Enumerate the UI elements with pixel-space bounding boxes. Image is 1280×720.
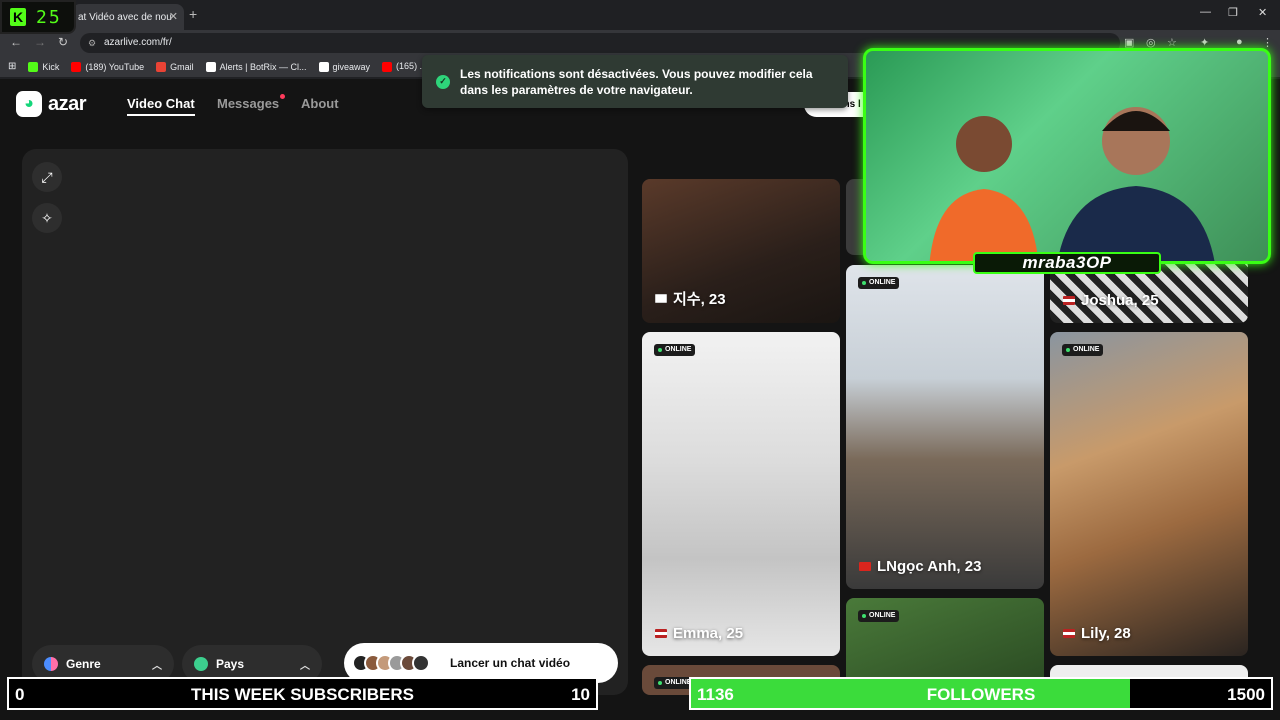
profile-name-text: LNgọc Anh, 23 <box>877 558 982 575</box>
profile-card[interactable]: 지수, 23 <box>642 179 840 323</box>
bookmark-item[interactable]: Alerts | BotRix — Cl... <box>205 61 307 72</box>
nav-messages-label: Messages <box>217 96 280 111</box>
profile-name: LNgọc Anh, 23 <box>859 558 981 575</box>
flag-kr-icon <box>655 294 667 303</box>
viewer-count: 25 <box>36 6 62 28</box>
profile-icon[interactable]: ● <box>1236 36 1243 48</box>
avatar <box>412 654 430 672</box>
profile-name: Joshua, 25 <box>1063 292 1159 309</box>
gender-icon <box>44 657 58 671</box>
notification-dot <box>280 94 286 99</box>
bookmark-label: Alerts | BotRix — Cl... <box>219 61 307 72</box>
chevron-up-icon: ︿ <box>152 660 162 672</box>
webcam-person <box>929 116 1039 261</box>
bookmark-label: (189) YouTube <box>85 61 145 72</box>
globe-icon <box>194 657 208 671</box>
new-tab-icon[interactable]: + <box>189 6 197 22</box>
url-text: azarlive.com/fr/ <box>104 37 172 48</box>
azar-logo[interactable]: ◕ azar <box>16 91 87 117</box>
tab-title: at Vidéo avec de nou <box>78 11 172 23</box>
bookmark-favicon-icon <box>205 61 216 72</box>
avatar-stack <box>352 654 430 672</box>
kick-viewer-counter: K 25 <box>0 0 76 34</box>
toast-text: Les notifications sont désactivées. Vous… <box>460 66 813 97</box>
bookmark-item[interactable]: (189) YouTube <box>71 61 145 72</box>
profile-card[interactable]: ONLINE Emma, 25 <box>642 332 840 656</box>
flag-vn-icon <box>859 562 871 571</box>
nav-video-chat[interactable]: Video Chat <box>127 96 195 116</box>
followers-goal-bar: 1136 FOLLOWERS 1500 <box>689 677 1273 710</box>
bookmark-item[interactable]: Gmail <box>156 61 194 72</box>
country-label: Pays <box>216 657 245 671</box>
webcam-person <box>1057 107 1215 261</box>
flag-us-icon <box>1063 296 1075 305</box>
online-badge: ONLINE <box>1062 344 1104 356</box>
kick-logo-icon: K <box>10 8 26 26</box>
subs-title: THIS WEEK SUBSCRIBERS <box>191 685 414 704</box>
webcam-frame <box>863 48 1271 264</box>
online-badge: ONLINE <box>858 277 900 289</box>
azar-logo-icon: ◕ <box>16 91 42 117</box>
screen: at Vidéo avec de nou ✕ + — ❐ ✕ K 25 ← → … <box>0 0 1280 720</box>
magic-wand-icon[interactable]: ✧ <box>32 203 62 233</box>
apps-grid-icon[interactable]: ⊞ <box>8 61 16 72</box>
profile-name-text: Joshua, 25 <box>1081 292 1159 309</box>
bookmark-favicon-icon <box>318 61 329 72</box>
nav-about[interactable]: About <box>301 96 339 111</box>
profile-card[interactable]: ONLINE Lily, 28 <box>1050 332 1248 656</box>
logo-text: azar <box>48 92 87 115</box>
close-tab-icon[interactable]: ✕ <box>169 10 178 23</box>
reload-icon[interactable]: ↻ <box>58 35 68 49</box>
profile-name-text: Emma, 25 <box>673 625 744 642</box>
streamer-name: mraba3OP <box>973 252 1161 274</box>
flag-us-icon <box>1063 629 1075 638</box>
bookmark-favicon-icon <box>156 61 167 72</box>
bookmark-item[interactable]: Kick <box>28 61 60 72</box>
bookmark-favicon-icon <box>71 61 82 72</box>
online-badge: ONLINE <box>654 344 696 356</box>
maximize-icon[interactable]: ❐ <box>1228 6 1238 19</box>
bookmark-item[interactable]: giveaway <box>318 61 371 72</box>
subscribers-goal-bar: 0 THIS WEEK SUBSCRIBERS 10 <box>7 677 598 710</box>
profile-name: Emma, 25 <box>655 625 743 642</box>
tab-strip: at Vidéo avec de nou ✕ + — ❐ ✕ <box>0 0 1280 30</box>
bookmark-label: Kick <box>42 61 60 72</box>
forward-icon[interactable]: → <box>34 35 46 49</box>
profile-name-text: 지수, 23 <box>673 291 726 308</box>
profile-name-text: Lily, 28 <box>1081 625 1131 642</box>
subs-goal: 10 <box>571 685 590 704</box>
profile-card[interactable]: ONLINE <box>846 598 1044 688</box>
profile-card[interactable]: ONLINE LNgọc Anh, 23 <box>846 265 1044 589</box>
minimize-icon[interactable]: — <box>1200 6 1211 18</box>
back-icon[interactable]: ← <box>10 35 22 49</box>
online-badge: ONLINE <box>858 610 900 622</box>
check-icon: ✓ <box>436 74 450 89</box>
followers-goal: 1500 <box>1227 685 1265 704</box>
streamer-webcam: mraba3OP <box>863 48 1271 274</box>
start-label: Lancer un chat vidéo <box>450 656 571 670</box>
close-window-icon[interactable]: ✕ <box>1258 6 1267 19</box>
notification-toast: ✓ Les notifications sont désactivées. Vo… <box>422 55 848 108</box>
profile-name: 지수, 23 <box>655 288 726 309</box>
nav-messages[interactable]: Messages <box>217 94 286 111</box>
chevron-up-icon: ︿ <box>300 660 310 672</box>
gender-label: Genre <box>66 657 101 671</box>
bookmark-favicon-icon <box>382 61 393 72</box>
bookmark-favicon-icon <box>28 61 39 72</box>
flag-us-icon <box>655 629 667 638</box>
followers-title: FOLLOWERS <box>926 685 1036 704</box>
bookmark-label: giveaway <box>332 61 371 72</box>
profile-name: Lily, 28 <box>1063 625 1131 642</box>
site-info-icon[interactable]: ⚙ <box>88 33 96 53</box>
expand-icon[interactable]: ⤢ <box>32 162 62 192</box>
bookmark-label: Gmail <box>170 61 194 72</box>
browser-tab[interactable]: at Vidéo avec de nou ✕ <box>72 4 184 30</box>
video-panel: ⤢ ✧ Genre ︿ Pays ︿ Lancer un chat vidéo <box>22 149 628 695</box>
